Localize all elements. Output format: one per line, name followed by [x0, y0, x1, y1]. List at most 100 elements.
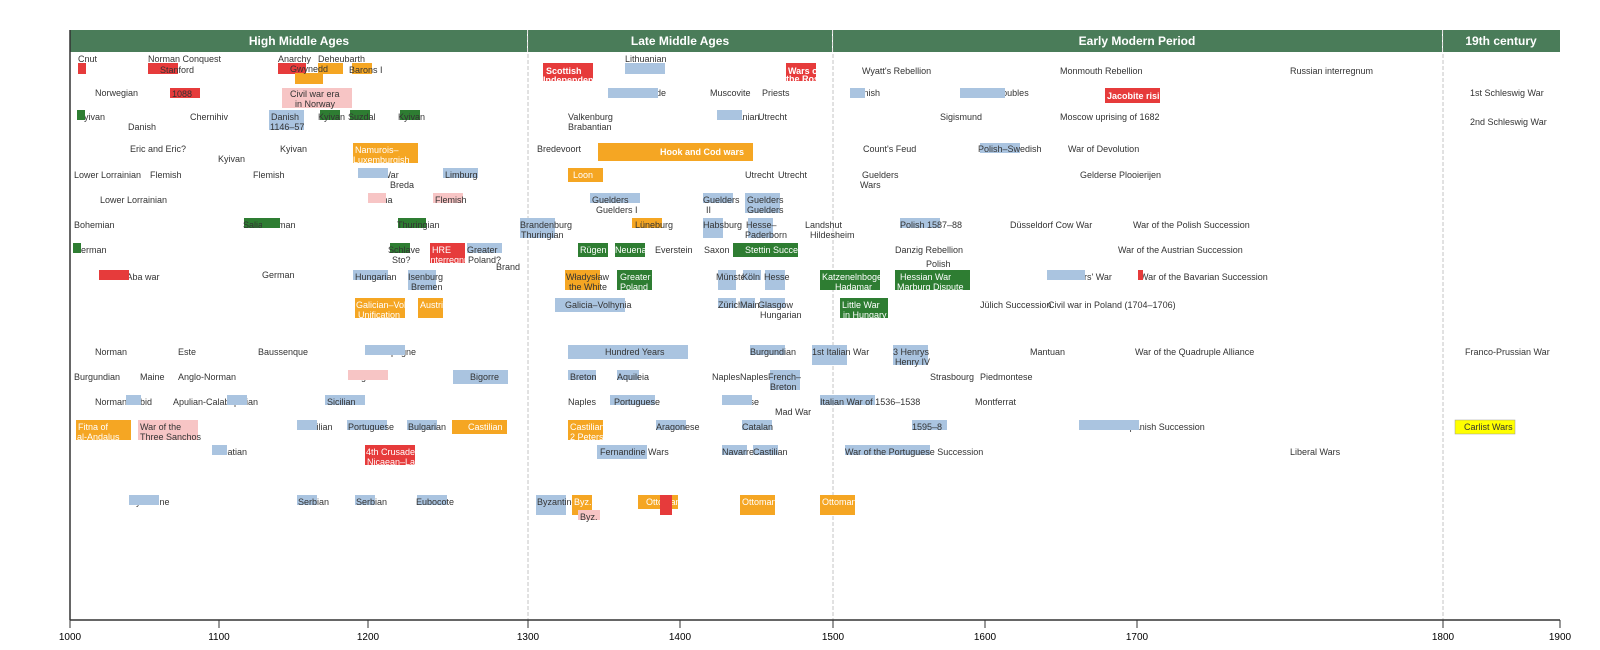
label-castilian-row15: Castilian: [753, 447, 788, 457]
label-hungarian2: Hungarian: [760, 310, 802, 320]
label-war-devolution: War of Devolution: [1068, 144, 1139, 154]
x-label-1400: 1400: [669, 632, 692, 643]
label-naples1: Naples: [712, 372, 741, 382]
label-bigorre: Bigorre: [470, 372, 499, 382]
label-brand: Brand: [496, 262, 520, 272]
x-label-1200: 1200: [357, 632, 380, 643]
label-monmouth-rebellion: Monmouth Rebellion: [1060, 66, 1143, 76]
label-loon: Loon: [573, 170, 593, 180]
label-bohemian: Bohemian: [74, 220, 115, 230]
bar-kalbid: [126, 395, 141, 405]
label-2nd-schleswig: 2nd Schleswig War: [1470, 117, 1547, 127]
label-civil-war-poland: Civil war in Poland (1704–1706): [1048, 300, 1176, 310]
bar-croatian: [212, 445, 227, 455]
label-norwegian: Norwegian: [95, 88, 138, 98]
label-valkenburg: Valkenburg: [568, 112, 613, 122]
label-2peters: 2 Peters: [570, 432, 604, 442]
label-civil-war-norway2: in Norway: [295, 99, 336, 109]
bar-cnut: [78, 63, 86, 74]
x-label-1700: 1700: [1126, 632, 1149, 643]
label-portuguese-row13: Portuguese: [614, 397, 660, 407]
label-portuguese: Portuguese: [348, 422, 394, 432]
label-guelders-ii: Guelders: [703, 195, 740, 205]
label-koln: Köln: [742, 272, 760, 282]
label-piedmontese: Piedmontese: [980, 372, 1033, 382]
bar-ottoman-red: [660, 495, 672, 515]
label-1st-schleswig: 1st Schleswig War: [1470, 88, 1544, 98]
label-flemish-row5: Flemish: [150, 170, 182, 180]
label-war-bavarian: War of the Bavarian Succession: [1140, 272, 1268, 282]
bar-danish-row2: [850, 88, 865, 98]
bar-champagne: [365, 345, 405, 355]
label-polish-1587: Polish 1587–88: [900, 220, 962, 230]
label-paderborn: Paderborn: [745, 230, 787, 240]
label-3-henrys: 3 Henrys: [893, 347, 930, 357]
timeline-chart: High Middle Ages Late Middle Ages Early …: [0, 0, 1600, 650]
label-galician-volhynian: Galician–Volhyn: [356, 300, 421, 310]
label-bremen: Bremen: [411, 282, 443, 292]
label-civil-war-norway: Civil war era: [290, 89, 340, 99]
label-montferrat: Montferrat: [975, 397, 1017, 407]
label-aragonese: Aragonese: [656, 422, 700, 432]
label-guelders-wars2: Wars: [860, 180, 881, 190]
label-scottish-independence2: Independence: [543, 75, 604, 85]
label-mantuan: Mantuan: [1030, 347, 1065, 357]
label-in-hungary: in Hungary: [843, 310, 887, 320]
label-chernihiv: Chernihiv: [190, 112, 229, 122]
label-carlist-wars: Carlist Wars: [1464, 422, 1513, 432]
label-austrian: Austrian: [420, 300, 453, 310]
label-namurois: Namurois–: [355, 145, 399, 155]
label-kyivan-row3: Kyivan: [318, 112, 345, 122]
label-wladyslaw: Władysław: [566, 272, 610, 282]
label-luneburg: Lüneburg: [635, 220, 673, 230]
x-label-1900: 1900: [1549, 632, 1572, 643]
label-burgundian: Burgundian: [750, 347, 796, 357]
label-russian-interregnum: Russian interregnum: [1290, 66, 1373, 76]
label-breton2: Breton: [770, 382, 797, 392]
bar-lithuanian-1: [625, 63, 665, 74]
label-guelders-right: Guelders: [747, 195, 784, 205]
label-french: French–: [768, 372, 801, 382]
label-priests: Priests: [762, 88, 790, 98]
label-eric-eric: Eric and Eric?: [130, 144, 186, 154]
label-deheubarth: Deheubarth: [318, 54, 365, 64]
label-unification: Unification: [358, 310, 400, 320]
label-stettin: Stettin Succession: [745, 245, 819, 255]
label-little-war: Little War: [842, 300, 880, 310]
x-label-1500: 1500: [822, 632, 845, 643]
label-greater-poland: Greater: [467, 245, 498, 255]
era-high-middle-ages-label: High Middle Ages: [249, 34, 350, 48]
label-hesse: Hesse: [764, 272, 790, 282]
x-label-1100: 1100: [208, 632, 230, 643]
label-sigismund: Sigismund: [940, 112, 982, 122]
bar-time-of-troubles: [960, 88, 1005, 98]
label-lithuanian-1: Lithuanian: [625, 54, 667, 64]
label-fernandine-wars: Fernandine Wars: [600, 447, 669, 457]
label-danish-1146: Danish: [271, 112, 299, 122]
bar-kyivan-1: [77, 110, 85, 120]
label-hesse-paderborn: Hesse–: [746, 220, 777, 230]
bar-peter-aba: [99, 270, 129, 280]
label-moscow-uprising: Moscow uprising of 1682: [1060, 112, 1160, 122]
label-gelderse: Gelderse Plooierijen: [1080, 170, 1161, 180]
label-bredevoort: Bredevoort: [537, 144, 582, 154]
x-label-1000: 1000: [59, 632, 82, 643]
label-naples-row13: Naples: [568, 397, 597, 407]
label-landshut: Landshut: [805, 220, 843, 230]
label-cnut: Cnut: [78, 54, 98, 64]
label-anglo-norman: Anglo-Norman: [178, 372, 236, 382]
label-guelders-right2: Guelders: [747, 205, 784, 215]
label-brabantian: Brabantian: [568, 122, 612, 132]
label-war-portuguese-succession: War of the Portuguese Succession: [845, 447, 983, 457]
label-baussenque: Baussenque: [258, 347, 308, 357]
label-galicia-volhynia: Galicia–Volhynia: [565, 300, 632, 310]
label-the-white: the White: [569, 282, 607, 292]
label-katzenelnbogen: Katzenelnbogen: [822, 272, 887, 282]
label-war-austrian-succession: War of the Austrian Succession: [1118, 245, 1243, 255]
label-burgundian-left: Burgundian: [74, 372, 120, 382]
label-limburg: Limburg: [445, 170, 478, 180]
label-breton: Breton: [570, 372, 597, 382]
label-war-quadruple: War of the Quadruple Alliance: [1135, 347, 1254, 357]
label-catalan: Catalan: [742, 422, 773, 432]
bar-moha: [368, 193, 386, 203]
